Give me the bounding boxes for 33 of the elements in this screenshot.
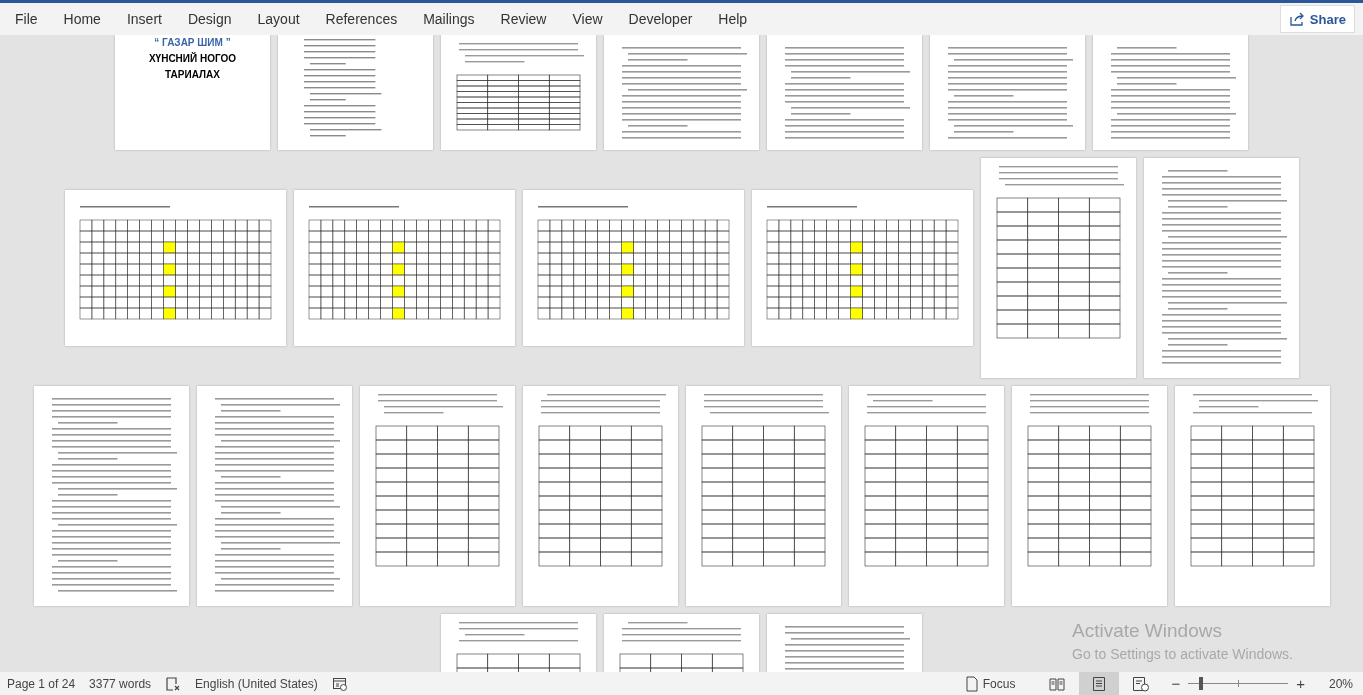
activation-title: Activate Windows <box>1072 620 1223 642</box>
menu-tab[interactable]: Design <box>176 7 243 31</box>
menu-tab[interactable]: Insert <box>115 7 173 31</box>
menu-tab[interactable]: Home <box>52 7 112 31</box>
share-button[interactable]: Share <box>1279 5 1355 33</box>
title-text: ТАРИАЛАХ <box>165 69 220 80</box>
book-icon <box>1049 675 1066 692</box>
proofing-icon[interactable] <box>165 675 182 692</box>
accessibility-icon[interactable] <box>331 675 348 692</box>
zoom-out-button[interactable]: − <box>1169 675 1183 692</box>
menu-tab[interactable]: Review <box>489 7 558 31</box>
web-page-icon <box>1132 675 1151 692</box>
view-button[interactable] <box>1079 672 1120 695</box>
language-indicator[interactable]: English (United States) <box>195 676 318 691</box>
menu-tab[interactable]: View <box>561 7 614 31</box>
page-icon <box>1092 675 1107 692</box>
zoom-level[interactable]: 20% <box>1328 676 1353 691</box>
focus-button[interactable]: Focus <box>958 674 1022 693</box>
page-count[interactable]: Page 1 of 24 <box>7 676 76 691</box>
title-text: “ ГАЗАР ШИМ ” <box>154 37 231 48</box>
menu-tab[interactable]: Layout <box>246 7 311 31</box>
title-text: ХҮНСНИЙ НОГОО <box>148 53 237 64</box>
menu-tab[interactable]: Mailings <box>412 7 486 31</box>
document-icon <box>964 675 979 692</box>
menu-tab[interactable]: References <box>314 7 409 31</box>
menu-tab[interactable]: Developer <box>617 7 704 31</box>
menu-tab[interactable]: File <box>4 7 49 31</box>
share-icon <box>1288 11 1305 27</box>
activation-hint: Go to Settings to activate Windows. <box>1072 646 1293 662</box>
zoom-slider[interactable] <box>1188 677 1289 690</box>
zoom-in-button[interactable]: + <box>1294 675 1307 692</box>
word-count[interactable]: 3377 words <box>89 676 152 691</box>
menu-tab[interactable]: Help <box>707 7 759 31</box>
